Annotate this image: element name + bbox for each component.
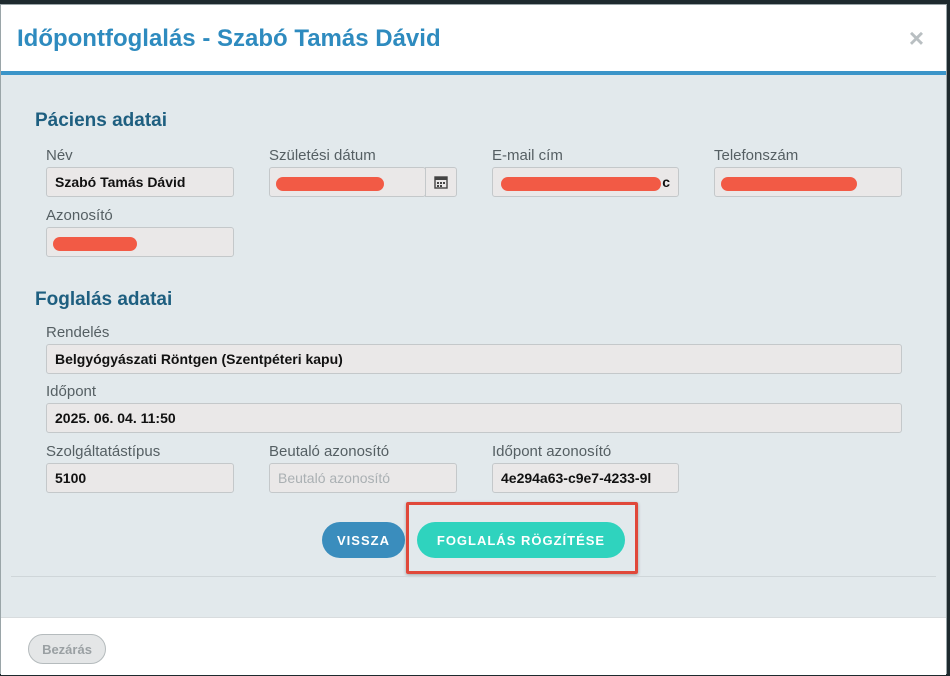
calendar-icon[interactable] <box>425 167 457 197</box>
name-field[interactable]: Szabó Tamás Dávid <box>46 167 234 197</box>
birth-date-label: Születési dátum <box>269 147 376 164</box>
close-icon[interactable]: × <box>909 25 924 51</box>
back-button[interactable]: VISSZA <box>322 522 405 558</box>
phone-field[interactable] <box>714 167 902 197</box>
booking-section-title: Foglalás adatai <box>35 289 173 310</box>
referral-id-input[interactable]: Beutaló azonosító <box>269 463 457 493</box>
email-label: E-mail cím <box>492 147 563 164</box>
redaction-mark <box>721 177 857 191</box>
name-label: Név <box>46 147 73 164</box>
appointment-id-label: Időpont azonosító <box>492 443 612 460</box>
service-type-field[interactable]: 5100 <box>46 463 234 493</box>
birth-date-field[interactable] <box>269 167 426 197</box>
close-button[interactable]: Bezárás <box>28 634 106 664</box>
divider <box>11 576 936 577</box>
id-field[interactable] <box>46 227 234 257</box>
booking-modal: Időpontfoglalás - Szabó Tamás Dávid × Pá… <box>0 4 947 675</box>
email-field[interactable]: c <box>492 167 679 197</box>
redaction-mark <box>501 177 661 191</box>
order-label: Rendelés <box>46 324 110 341</box>
time-label: Időpont <box>46 383 97 400</box>
email-visible-tail: c <box>662 174 670 190</box>
patient-section-title: Páciens adatai <box>35 110 168 131</box>
redaction-mark <box>53 237 137 251</box>
modal-footer: Bezárás <box>1 617 946 675</box>
time-field[interactable]: 2025. 06. 04. 11:50 <box>46 403 902 433</box>
modal-title: Időpontfoglalás - Szabó Tamás Dávid <box>17 25 441 52</box>
order-field[interactable]: Belgyógyászati Röntgen (Szentpéteri kapu… <box>46 344 902 374</box>
id-label: Azonosító <box>46 207 113 224</box>
phone-label: Telefonszám <box>714 147 799 164</box>
service-type-label: Szolgáltatástípus <box>46 443 161 460</box>
redaction-mark <box>276 177 384 191</box>
modal-header: Időpontfoglalás - Szabó Tamás Dávid × <box>1 5 946 75</box>
appointment-id-field[interactable]: 4e294a63-c9e7-4233-9l <box>492 463 679 493</box>
referral-id-label: Beutaló azonosító <box>269 443 390 460</box>
save-booking-button[interactable]: FOGLALÁS RÖGZÍTÉSE <box>417 522 625 558</box>
